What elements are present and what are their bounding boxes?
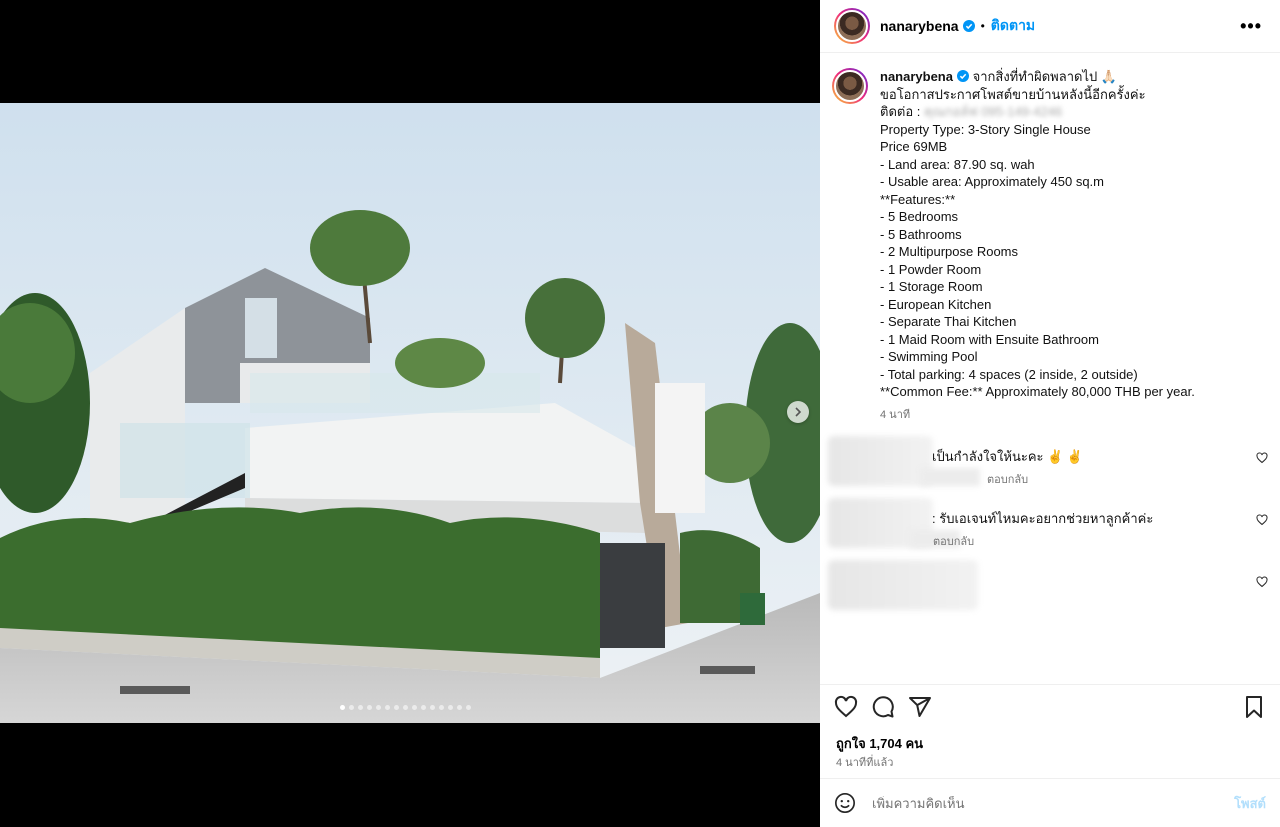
post-timestamp: 4 นาทีที่แล้ว — [836, 757, 894, 769]
caption-line: - Swimming Pool — [880, 349, 978, 364]
avatar[interactable] — [834, 8, 870, 44]
username[interactable]: nanarybena — [880, 18, 959, 34]
caption-line: Property Type: 3-Story Single House — [880, 121, 1091, 137]
carousel-dot[interactable] — [412, 705, 417, 710]
caption-line: - Usable area: Approximately 450 sq.m — [880, 174, 1104, 189]
caption-line: **Features:** — [880, 191, 956, 207]
comment-icon[interactable] — [871, 695, 895, 719]
verified-badge-icon — [962, 20, 975, 32]
verified-badge-icon — [956, 70, 969, 82]
follow-button[interactable]: ติดตาม — [991, 15, 1035, 37]
carousel-dot[interactable] — [376, 705, 381, 710]
chevron-right-icon — [795, 407, 802, 417]
carousel-dot[interactable] — [430, 705, 435, 710]
carousel-dot[interactable] — [385, 705, 390, 710]
caption-line: - 1 Maid Room with Ensuite Bathroom — [880, 331, 1099, 347]
post-comment-button[interactable]: โพสต์ — [1234, 793, 1266, 814]
heart-icon[interactable] — [1256, 514, 1268, 526]
carousel-dot[interactable] — [394, 705, 399, 710]
carousel-dot[interactable] — [457, 705, 462, 710]
carousel-dot[interactable] — [367, 705, 372, 710]
comment-item: เป็นกำลังใจให้นะคะ ✌️ ✌️ ตอบกลับ — [820, 436, 1280, 498]
comment-item: : รับเอเจนท์ไหมคะอยากช่วยหาลูกค้าค่ะ ตอบ… — [820, 498, 1280, 560]
reply-button[interactable]: ตอบกลับ — [933, 532, 974, 550]
carousel-dot[interactable] — [448, 705, 453, 710]
carousel-dot[interactable] — [421, 705, 426, 710]
avatar[interactable] — [832, 68, 868, 104]
post-media — [0, 0, 820, 827]
comment-item — [820, 560, 1280, 622]
caption-line: - Separate Thai Kitchen — [880, 314, 1017, 329]
post-header: nanarybena • ติดตาม ••• — [820, 0, 1280, 53]
reply-button[interactable]: ตอบกลับ — [987, 470, 1028, 488]
house-photo — [0, 103, 820, 723]
caption-line: จากสิ่งที่ทำผิดพลาดไป 🙏🏻 — [972, 69, 1118, 84]
caption-line: - Land area: 87.90 sq. wah — [880, 156, 1035, 172]
comment-text: : รับเอเจนท์ไหมคะอยากช่วยหาลูกค้าค่ะ — [932, 511, 1154, 526]
carousel-dot[interactable] — [358, 705, 363, 710]
blurred-avatar — [828, 560, 978, 610]
carousel-dot[interactable] — [439, 705, 444, 710]
comment-text: เป็นกำลังใจให้นะคะ ✌️ ✌️ — [932, 449, 1084, 464]
caption-line: - 1 Powder Room — [880, 261, 982, 277]
send-icon[interactable] — [908, 695, 932, 719]
comment-list: เป็นกำลังใจให้นะคะ ✌️ ✌️ ตอบกลับ : รับเอ… — [820, 436, 1280, 622]
blurred-avatar — [828, 436, 933, 486]
comment-input[interactable] — [872, 795, 1202, 811]
dot-separator: • — [980, 19, 985, 33]
caption-line: - 5 Bedrooms — [880, 209, 959, 224]
caption-line: **Common Fee:** Approximately 80,000 THB… — [880, 384, 1195, 399]
heart-icon[interactable] — [1256, 576, 1268, 588]
carousel-dot[interactable] — [466, 705, 471, 710]
comments-scroll-area[interactable]: nanarybena จากสิ่งที่ทำผิดพลาดไป 🙏🏻 ขอโอ… — [820, 54, 1280, 684]
bookmark-icon[interactable] — [1242, 695, 1266, 719]
like-count[interactable]: ถูกใจ 1,704 คน — [836, 733, 923, 754]
emoji-icon[interactable] — [834, 792, 856, 814]
next-image-button[interactable] — [787, 401, 809, 423]
caption-line: - 1 Storage Room — [880, 279, 983, 294]
post-caption: nanarybena จากสิ่งที่ทำผิดพลาดไป 🙏🏻 ขอโอ… — [820, 54, 1280, 424]
caption-line: Price 69MB — [880, 139, 948, 154]
caption-line: - 2 Multipurpose Rooms — [880, 244, 1018, 259]
caption-text: nanarybena จากสิ่งที่ทำผิดพลาดไป 🙏🏻 ขอโอ… — [880, 68, 1195, 424]
post-side-panel: nanarybena • ติดตาม ••• nanarybena จากสิ… — [820, 0, 1280, 827]
action-bar — [820, 684, 1280, 730]
add-comment-bar: โพสต์ — [820, 778, 1280, 827]
carousel-dot[interactable] — [403, 705, 408, 710]
carousel-dot[interactable] — [340, 705, 345, 710]
blurred-username — [920, 468, 980, 486]
caption-line: ขอโอกาสประกาศโพสต์ขายบ้านหลังนี้อีกครั้ง… — [880, 86, 1146, 102]
carousel-dots — [340, 705, 471, 710]
caption-timestamp: 4 นาที — [880, 408, 911, 421]
caption-line: - 5 Bathrooms — [880, 226, 962, 242]
carousel-dot[interactable] — [349, 705, 354, 710]
caption-line: - Total parking: 4 spaces (2 inside, 2 o… — [880, 366, 1138, 382]
blurred-contact: คุณกอล์ฟ 095-149-4246 — [923, 104, 1063, 119]
caption-line: - European Kitchen — [880, 296, 992, 312]
caption-username[interactable]: nanarybena — [880, 69, 953, 84]
more-options-button[interactable]: ••• — [1240, 16, 1262, 37]
heart-icon[interactable] — [834, 695, 858, 719]
caption-line: ติดต่อ : — [880, 104, 921, 119]
heart-icon[interactable] — [1256, 452, 1268, 464]
